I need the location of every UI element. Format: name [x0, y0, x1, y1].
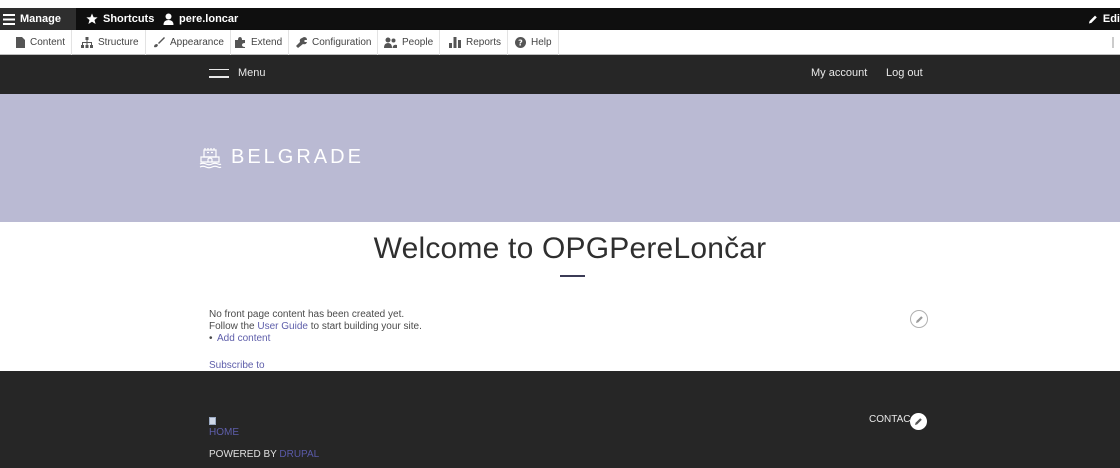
subscribe-link[interactable]: Subscribe to — [209, 360, 265, 371]
tray-item-label: Configuration — [312, 37, 372, 48]
tray-item-label: People — [402, 37, 434, 48]
pencil-icon — [915, 418, 922, 425]
title-underline — [560, 275, 585, 277]
sitemap-icon — [81, 37, 93, 48]
tray-item-label: Reports — [466, 37, 502, 48]
svg-text:?: ? — [518, 39, 523, 48]
menu-label: Menu — [238, 67, 266, 79]
user-tab[interactable]: pere.loncar — [163, 8, 238, 30]
broken-image-icon — [209, 417, 216, 425]
content-links-list: Add content — [209, 333, 422, 345]
manage-label: Manage — [20, 13, 61, 25]
tray-item-label: Structure — [98, 37, 139, 48]
edit-label: Edi — [1102, 13, 1120, 25]
pencil-icon — [915, 315, 923, 323]
site-footer: HOME POWERED BY DRUPAL CONTAC — [0, 371, 1120, 468]
user-label: pere.loncar — [179, 13, 239, 25]
tray-item-extend[interactable]: Extend — [228, 30, 290, 55]
admin-toolbar: Manage Shortcuts pere.loncar Edi — [0, 8, 1120, 30]
main-content: No front page content has been created y… — [209, 309, 422, 345]
main-navigation: Menu My account Log out — [0, 55, 1120, 94]
page-title: Welcome to OPGPereLončar — [373, 232, 767, 265]
hamburger-icon — [3, 13, 15, 25]
star-icon — [86, 13, 98, 24]
tray-item-label: Content — [30, 37, 66, 48]
contextual-edit-button[interactable] — [910, 310, 928, 328]
tray-item-structure[interactable]: Structure — [75, 30, 146, 55]
drupal-link[interactable]: DRUPAL — [279, 449, 319, 460]
file-icon — [16, 37, 25, 48]
site-name: BELGRADE — [231, 146, 364, 168]
footer-home-link[interactable]: HOME — [209, 417, 239, 439]
shortcuts-label: Shortcuts — [103, 13, 155, 25]
tray-divider — [1112, 37, 1114, 48]
powered-prefix: POWERED BY — [209, 449, 280, 460]
tray-item-content[interactable]: Content — [10, 30, 73, 55]
user-icon — [163, 13, 174, 25]
puzzle-icon — [235, 37, 245, 48]
follow-prefix: Follow the — [209, 321, 258, 332]
tray-item-label: Appearance — [170, 37, 224, 48]
my-account-link[interactable]: My account — [811, 67, 867, 79]
admin-tray: Content Structure Appearance Extend Conf… — [0, 30, 1120, 55]
site-logo[interactable]: BELGRADE — [199, 146, 364, 169]
follow-guide-text: Follow the User Guide to start building … — [209, 321, 422, 333]
user-guide-link[interactable]: User Guide — [257, 321, 308, 332]
help-icon: ? — [515, 37, 526, 48]
tray-item-label: Extend — [251, 37, 283, 48]
brush-icon — [154, 37, 165, 48]
tray-item-help[interactable]: ? Help — [509, 30, 559, 55]
pencil-icon — [1088, 15, 1097, 24]
tray-item-appearance[interactable]: Appearance — [147, 30, 231, 55]
add-content-link[interactable]: Add content — [217, 333, 270, 344]
no-content-text: No front page content has been created y… — [209, 309, 405, 320]
menu-toggle-button[interactable]: Menu — [209, 67, 266, 79]
people-icon — [384, 37, 397, 48]
follow-suffix: to start building your site. — [307, 321, 422, 332]
list-item: Add content — [209, 333, 422, 345]
site-branding: BELGRADE — [0, 94, 1120, 222]
shortcuts-tab[interactable]: Shortcuts — [86, 8, 154, 30]
tray-item-reports[interactable]: Reports — [443, 30, 509, 55]
footer-home-label: HOME — [209, 427, 239, 438]
edit-tab[interactable]: Edi — [1088, 8, 1120, 30]
tray-item-configuration[interactable]: Configuration — [289, 30, 379, 55]
contact-link[interactable]: CONTAC — [869, 414, 910, 425]
powered-by: POWERED BY DRUPAL — [209, 449, 319, 460]
log-out-link[interactable]: Log out — [886, 67, 923, 79]
wrench-icon — [296, 37, 307, 48]
castle-icon — [199, 147, 222, 168]
footer-edit-button[interactable] — [910, 413, 927, 430]
tray-item-label: Help — [531, 37, 552, 48]
bar-chart-icon — [449, 37, 461, 48]
tray-item-people[interactable]: People — [378, 30, 441, 55]
menu-icon — [209, 68, 229, 78]
manage-tab[interactable]: Manage — [0, 8, 76, 30]
